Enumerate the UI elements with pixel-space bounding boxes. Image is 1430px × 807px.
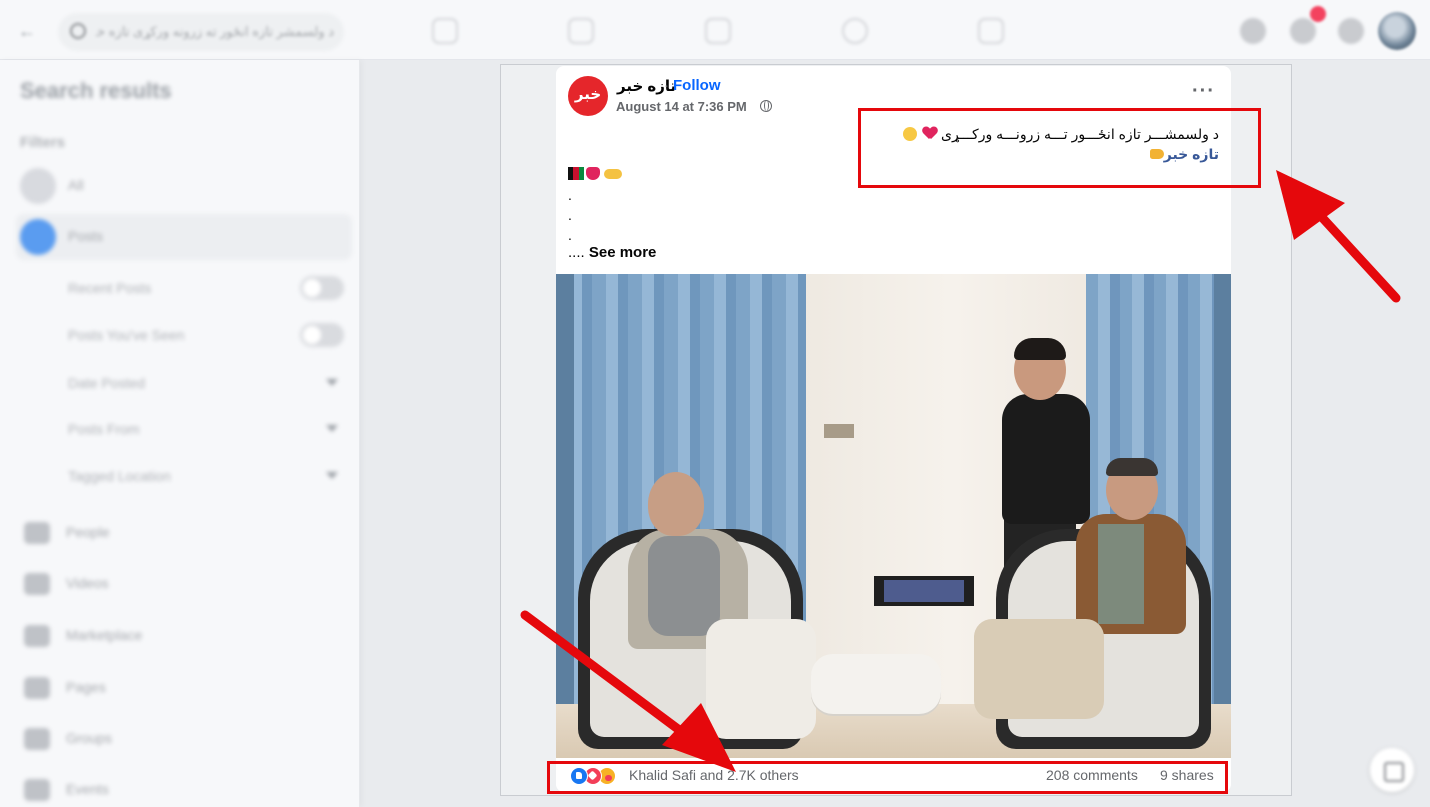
annotation-arrow-upper	[1276, 170, 1401, 303]
more-options-icon[interactable]: ···	[1192, 81, 1215, 101]
photo-person	[1002, 394, 1090, 524]
sidebar-item-groups[interactable]: Groups	[20, 718, 350, 758]
follow-button[interactable]: Follow	[673, 77, 721, 94]
photo-wall-outlet	[824, 424, 854, 438]
groups-icon[interactable]	[842, 18, 868, 44]
filter-label: Date Posted	[68, 375, 146, 391]
sidebar-item-label: Events	[66, 781, 109, 797]
photo-person	[1098, 524, 1144, 624]
dot-line: .	[568, 207, 572, 223]
photo-person	[648, 536, 720, 636]
search-icon	[70, 23, 86, 39]
photo-person	[706, 619, 816, 739]
posts-icon	[20, 219, 56, 255]
sidebar-item-videos[interactable]: Videos	[20, 563, 350, 603]
ellipsis: ....	[568, 244, 585, 261]
filter-recent-posts[interactable]: Recent Posts	[68, 274, 348, 304]
sidebar-item-label: Pages	[66, 679, 106, 695]
post-photo[interactable]	[556, 274, 1231, 758]
follow-line: · Follow	[664, 77, 721, 94]
new-message-button[interactable]	[1370, 748, 1414, 792]
photo-person	[1014, 338, 1066, 360]
post-timestamp[interactable]: August 14 at 7:36 PM	[616, 99, 747, 114]
home-icon[interactable]	[432, 18, 458, 44]
chevron-down-icon	[326, 425, 338, 432]
filters-heading: Filters	[20, 134, 66, 151]
photo-ottoman	[811, 654, 941, 714]
messenger-icon[interactable]	[1290, 18, 1316, 44]
sidebar-item-pages[interactable]: Pages	[20, 667, 350, 707]
videos-icon	[24, 573, 50, 595]
filter-label: Posts From	[68, 421, 140, 437]
broken-heart-icon	[586, 167, 600, 180]
marketplace-icon	[24, 625, 50, 647]
sidebar-item-events[interactable]: Events	[20, 769, 350, 807]
filter-date-posted[interactable]: Date Posted	[68, 369, 348, 399]
afghanistan-flag-icon	[568, 167, 584, 180]
heart-hands-icon	[604, 169, 622, 179]
page-avatar[interactable]: خبر	[568, 76, 608, 116]
see-more-link[interactable]: See more	[589, 244, 657, 261]
sidebar-item-all[interactable]: All	[16, 163, 352, 209]
filter-posts-seen[interactable]: Posts You've Seen	[68, 321, 348, 351]
filter-label: Tagged Location	[68, 468, 171, 484]
sidebar-item-label: People	[66, 524, 110, 540]
back-arrow-icon[interactable]: ←	[18, 22, 36, 40]
filter-label: Recent Posts	[68, 280, 152, 296]
sidebar-item-label: Videos	[66, 575, 109, 591]
notification-badge	[1310, 6, 1326, 22]
top-navigation-bar: ← د ولسمشر تازه انځور ته زرونه ورکړی تاز…	[0, 0, 1430, 60]
photo-person	[1106, 458, 1158, 476]
sidebar-item-label: All	[68, 177, 84, 193]
search-filters-sidebar: Search results Filters All Posts Recent …	[0, 60, 360, 807]
sidebar-item-label: Posts	[68, 228, 104, 244]
photo-tablet	[884, 580, 964, 602]
posts-seen-toggle[interactable]	[300, 323, 344, 347]
search-query-text: د ولسمشر تازه انځور ته زرونه ورکړی تازه …	[96, 24, 334, 39]
separator-dot: ·	[664, 77, 669, 94]
groups-icon	[24, 728, 50, 750]
sidebar-item-posts[interactable]: Posts	[16, 214, 352, 260]
photo-person	[648, 472, 704, 536]
recent-posts-toggle[interactable]	[300, 276, 344, 300]
notifications-icon[interactable]	[1338, 18, 1364, 44]
dot-line: .	[568, 227, 572, 243]
chevron-down-icon	[326, 472, 338, 479]
dot-line: .	[568, 187, 572, 203]
globe-icon	[760, 100, 772, 112]
annotation-box-post-text	[858, 108, 1261, 188]
sidebar-title: Search results	[20, 78, 172, 103]
annotation-box-reactions	[547, 761, 1228, 794]
events-icon	[24, 779, 50, 801]
filter-label: Posts You've Seen	[68, 327, 185, 343]
gaming-icon[interactable]	[978, 18, 1004, 44]
sidebar-item-people[interactable]: People	[20, 512, 350, 552]
search-input[interactable]: د ولسمشر تازه انځور ته زرونه ورکړی تازه …	[58, 13, 344, 51]
marketplace-icon[interactable]	[705, 18, 731, 44]
pages-icon	[24, 677, 50, 699]
video-icon[interactable]	[568, 18, 594, 44]
sidebar-item-label: Groups	[66, 730, 112, 746]
filter-tagged-location[interactable]: Tagged Location	[68, 462, 348, 492]
sidebar-item-marketplace[interactable]: Marketplace	[20, 615, 350, 655]
photo-person	[974, 619, 1104, 719]
photo-side-table	[874, 576, 974, 606]
filter-posts-from[interactable]: Posts From	[68, 415, 348, 445]
all-icon	[20, 168, 56, 204]
chevron-down-icon	[326, 379, 338, 386]
people-icon	[24, 522, 50, 544]
menu-icon[interactable]	[1240, 18, 1266, 44]
photo-border	[1214, 274, 1231, 758]
see-more-line: .... See more	[568, 244, 656, 261]
profile-avatar[interactable]	[1378, 12, 1416, 50]
photo-border	[556, 274, 574, 758]
sidebar-item-label: Marketplace	[66, 627, 143, 643]
